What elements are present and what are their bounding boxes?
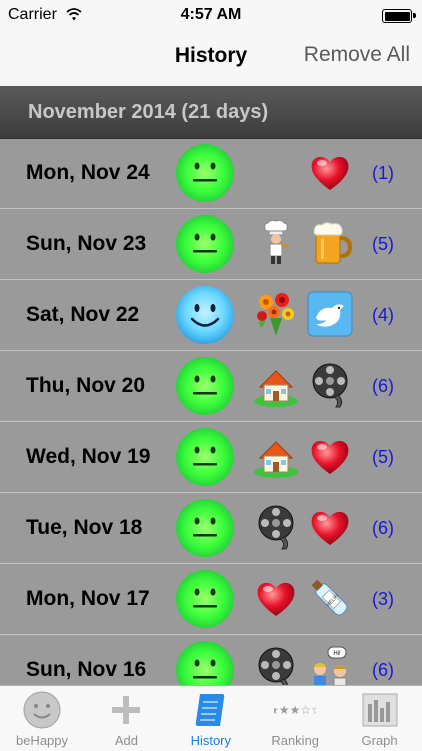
tab-behappy[interactable]: beHappy	[0, 686, 84, 751]
film-reel-icon	[306, 361, 354, 409]
house-icon	[252, 432, 300, 480]
mood-neutral-face-icon	[176, 499, 234, 557]
history-row[interactable]: Mon, Nov 17 HELP! (3)	[0, 564, 422, 635]
friends-hi-icon: Hi!	[306, 645, 354, 685]
history-row[interactable]: Wed, Nov 19 (5)	[0, 422, 422, 493]
activity-count: (1)	[372, 163, 394, 183]
mood-neutral-face-icon	[176, 215, 234, 273]
history-row[interactable]: Sat, Nov 22 (4)	[0, 280, 422, 351]
row-date: Sun, Nov 23	[26, 232, 147, 255]
activity-count: (3)	[372, 589, 394, 609]
history-row[interactable]: Tue, Nov 18 (6)	[0, 493, 422, 564]
history-row[interactable]: Thu, Nov 20 (6)	[0, 351, 422, 422]
tab-label: Graph	[361, 733, 398, 748]
svg-text:★★★☆☆: ★★★☆☆	[274, 703, 316, 717]
activity-count: (6)	[372, 660, 394, 680]
tab-add[interactable]: Add	[84, 686, 168, 751]
row-date: Wed, Nov 19	[26, 445, 151, 468]
mood-neutral-face-icon	[176, 357, 234, 415]
tab-bar: beHappy Add History ★★★☆☆ Ranking Graph	[0, 685, 422, 751]
tab-ranking[interactable]: ★★★☆☆ Ranking	[253, 686, 337, 751]
heart-icon	[306, 148, 354, 196]
bar-graph-icon	[359, 690, 401, 730]
mood-smile-face-icon	[176, 286, 234, 344]
neutral-face-features	[193, 588, 217, 608]
neutral-face-features	[193, 162, 217, 182]
neutral-face-features	[193, 233, 217, 253]
status-time: 4:57 AM	[180, 6, 242, 23]
remove-all-button[interactable]: Remove All	[304, 43, 410, 67]
smiley-icon	[21, 690, 63, 730]
row-date: Mon, Nov 24	[26, 161, 150, 184]
neutral-face-features	[193, 659, 217, 679]
mood-neutral-face-icon	[176, 641, 234, 685]
tab-label: Ranking	[271, 733, 320, 748]
activity-count: (4)	[372, 305, 394, 325]
neutral-face-features	[193, 517, 217, 537]
mood-neutral-face-icon	[176, 144, 234, 202]
tab-label: beHappy	[15, 733, 69, 748]
message-bottle-icon: HELP!	[306, 574, 354, 622]
mood-neutral-face-icon	[176, 428, 234, 486]
neutral-face-features	[193, 375, 217, 395]
row-date: Sun, Nov 16	[26, 658, 147, 681]
tab-label: Add	[114, 733, 138, 748]
month-section-header: November 2014 (21 days)	[0, 86, 422, 139]
activity-count: (5)	[372, 447, 394, 467]
heart-icon	[306, 432, 354, 480]
history-list[interactable]: Mon, Nov 24 (1) Sun, Nov 23 (5) Sat, Nov 22 (…	[0, 138, 422, 685]
row-date: Sat, Nov 22	[26, 303, 140, 326]
tab-graph[interactable]: Graph	[338, 686, 422, 751]
month-section-title: November 2014 (21 days)	[28, 101, 269, 123]
beer-mug-icon	[306, 219, 354, 267]
film-reel-icon	[252, 645, 300, 685]
heart-icon	[252, 574, 300, 622]
history-row[interactable]: Mon, Nov 24 (1)	[0, 138, 422, 209]
activity-count: (5)	[372, 234, 394, 254]
history-row[interactable]: Sun, Nov 23 (5)	[0, 209, 422, 280]
row-date: Mon, Nov 17	[26, 587, 150, 610]
film-reel-icon	[252, 503, 300, 551]
chef-icon	[252, 219, 300, 267]
house-icon	[252, 361, 300, 409]
scroll-icon	[190, 690, 232, 730]
navigation-bar: History Remove All	[0, 30, 422, 87]
battery-icon	[382, 9, 416, 23]
tab-label: History	[190, 733, 232, 748]
status-bar: Carrier 4:57 AM	[0, 0, 422, 30]
stars-icon: ★★★☆☆	[268, 690, 322, 730]
smile-face-features	[190, 304, 220, 327]
heart-icon	[306, 503, 354, 551]
plus-icon	[105, 690, 147, 730]
activity-count: (6)	[372, 376, 394, 396]
tab-history[interactable]: History	[169, 686, 253, 751]
mood-neutral-face-icon	[176, 570, 234, 628]
activity-count: (6)	[372, 518, 394, 538]
neutral-face-features	[193, 446, 217, 466]
speech-hi-text: Hi!	[333, 651, 341, 657]
flower-bouquet-icon	[252, 290, 300, 338]
twitter-bird-icon	[306, 290, 354, 338]
history-row[interactable]: Sun, Nov 16 Hi! (6)	[0, 635, 422, 685]
row-date: Tue, Nov 18	[26, 516, 143, 539]
row-date: Thu, Nov 20	[26, 374, 146, 397]
